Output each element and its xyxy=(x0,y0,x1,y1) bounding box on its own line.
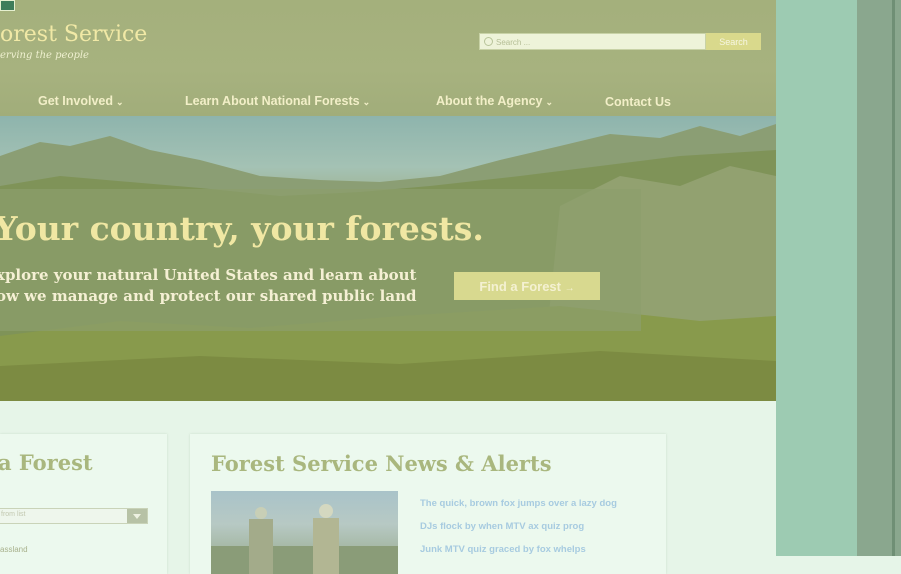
search-icon xyxy=(484,37,493,46)
site-title[interactable]: orest Service xyxy=(0,22,147,47)
nav-label: About the Agency xyxy=(436,94,543,108)
select-placeholder: from list xyxy=(1,511,26,518)
side-panel xyxy=(776,0,857,556)
nav-contact-us[interactable]: Contact Us xyxy=(605,95,671,109)
caret-down-icon[interactable] xyxy=(127,509,147,523)
search-button[interactable]: Search xyxy=(706,33,761,50)
hero-overlay-panel: Your country, your forests. xplore your … xyxy=(0,189,641,331)
search-input[interactable] xyxy=(496,35,696,49)
button-label: Find a Forest xyxy=(479,278,561,294)
forest-select[interactable]: from list xyxy=(0,508,148,524)
news-photo[interactable] xyxy=(211,491,398,574)
hero-title: Your country, your forests. xyxy=(0,209,484,248)
news-link[interactable]: DJs flock by when MTV ax quiz prog xyxy=(420,521,584,532)
news-link[interactable]: Junk MTV quiz graced by fox whelps xyxy=(420,544,586,555)
site-tagline: erving the people xyxy=(0,50,89,61)
chevron-down-icon: ⌄ xyxy=(362,97,371,107)
arrow-right-icon: → xyxy=(564,282,575,294)
hero-banner: Your country, your forests. xplore your … xyxy=(0,116,776,401)
hero-subtitle-line: xplore your natural United States and le… xyxy=(0,266,417,284)
find-forest-title: a Forest xyxy=(0,450,93,475)
nav-label: Learn About National Forests xyxy=(185,94,360,108)
find-a-forest-button[interactable]: Find a Forest → xyxy=(454,272,600,300)
find-forest-card: a Forest from list assland xyxy=(0,434,167,574)
chevron-down-icon: ⌄ xyxy=(116,97,124,107)
logo-badge-icon[interactable] xyxy=(0,0,15,11)
news-title: Forest Service News & Alerts xyxy=(211,451,552,476)
news-card: Forest Service News & Alerts The quick, … xyxy=(190,434,666,574)
nav-get-involved[interactable]: Get Involved ⌄ xyxy=(38,94,124,108)
nav-learn-about-forests[interactable]: Learn About National Forests ⌄ xyxy=(185,94,370,108)
hero-subtitle-line: ow we manage and protect our shared publ… xyxy=(0,287,417,305)
nav-label: Get Involved xyxy=(38,94,114,108)
chevron-down-icon: ⌄ xyxy=(545,97,554,107)
nav-about-agency[interactable]: About the Agency ⌄ xyxy=(436,94,553,108)
window-edge xyxy=(892,0,895,556)
news-link[interactable]: The quick, brown fox jumps over a lazy d… xyxy=(420,498,617,509)
search-box xyxy=(479,33,706,50)
site-header: orest Service erving the people Search G… xyxy=(0,0,776,117)
hero-subtitle: xplore your natural United States and le… xyxy=(0,265,416,307)
nav-label: Contact Us xyxy=(605,95,671,109)
forest-list-item[interactable]: assland xyxy=(0,545,28,554)
